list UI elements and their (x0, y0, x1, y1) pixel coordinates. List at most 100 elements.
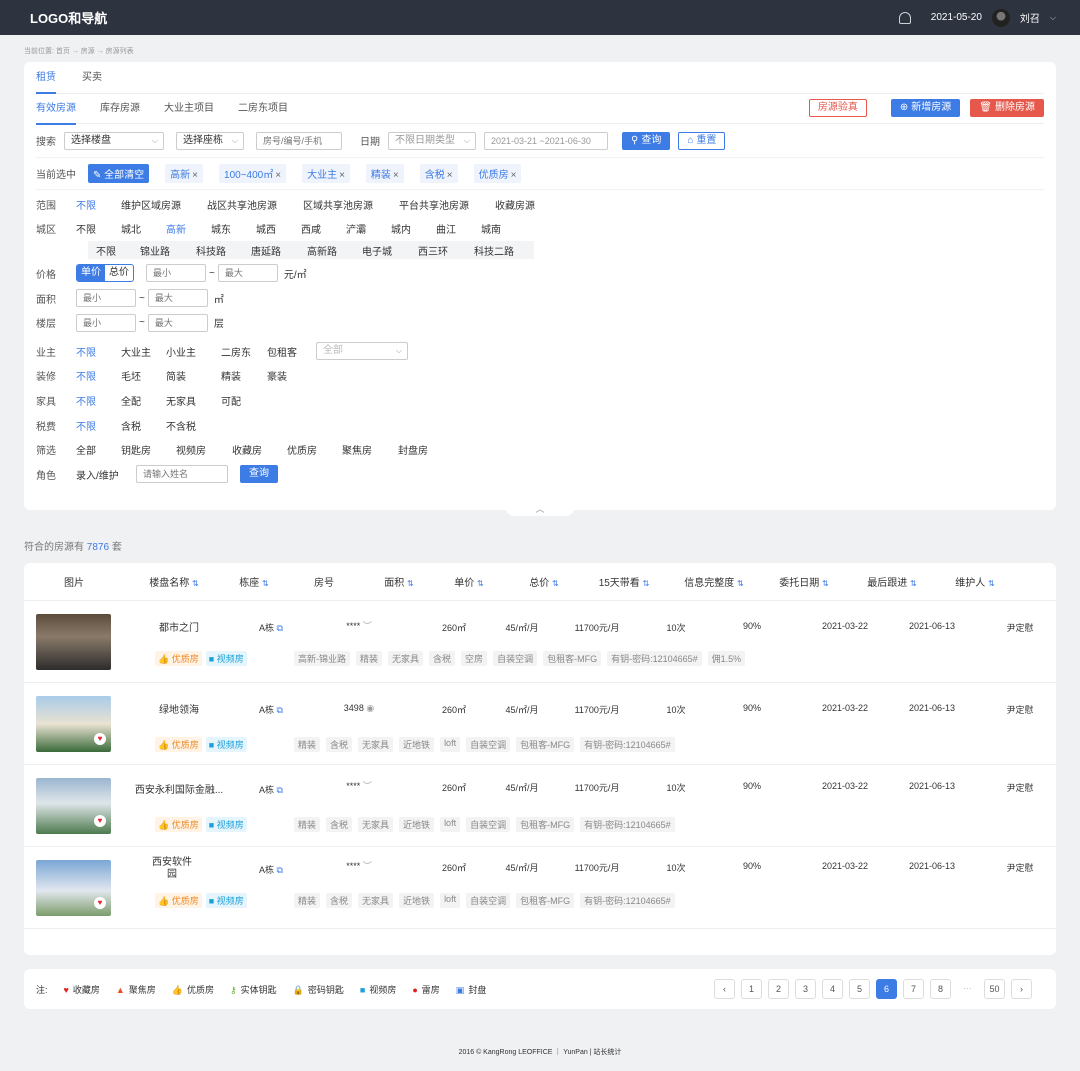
delete-listing-button[interactable]: 🗑 删除房源 (970, 99, 1044, 117)
furniture-opt[interactable]: 不限 (76, 393, 121, 408)
owner-opt[interactable]: 不限 (76, 344, 121, 359)
table-row[interactable]: 都市之门 A栋 ⧉ **** ︶ 260㎡ 45/㎡/月 11700元/月 10… (24, 601, 1056, 683)
tax-opt[interactable]: 含税 (121, 418, 166, 433)
heart-icon[interactable]: ♥ (94, 733, 106, 745)
chip-district[interactable]: 高新 × (165, 164, 204, 183)
eye-closed-icon[interactable]: ︶ (363, 621, 372, 631)
decor-opt[interactable]: 简装 (166, 368, 221, 383)
district-opt[interactable]: 西咸 (301, 221, 346, 236)
logo[interactable]: LOGO和导航 (30, 8, 107, 27)
chevron-up-icon[interactable]: ︿ (505, 502, 575, 516)
subarea-opt[interactable]: 科技二路 (474, 243, 514, 258)
col-name[interactable]: 楼盘名称 ⇅ (124, 574, 224, 589)
sort-icon[interactable]: ⇅ (910, 579, 917, 588)
close-icon[interactable]: × (339, 170, 345, 181)
query-button[interactable]: ⚲ 查询 (622, 131, 671, 150)
district-opt[interactable]: 城西 (256, 221, 301, 236)
chevron-down-icon[interactable]: ⌵ (1050, 13, 1056, 23)
col-visits[interactable]: 15天带看 ⇅ (584, 574, 664, 589)
building-name[interactable]: 西安永利国际金融... (124, 781, 234, 796)
area-max-input[interactable] (147, 289, 208, 308)
prev-page-button[interactable]: ‹ (714, 979, 735, 999)
col-complete[interactable]: 信息完整度 ⇅ (664, 574, 764, 589)
page-button[interactable]: 1 (741, 979, 762, 999)
subarea-opt[interactable]: 不限 (96, 243, 140, 258)
copy-icon[interactable]: ⧉ (277, 865, 283, 875)
close-icon[interactable]: × (447, 170, 453, 181)
tab-stock[interactable]: 库存房源 (100, 93, 140, 125)
district-opt[interactable]: 城内 (391, 221, 436, 236)
col-entrust[interactable]: 委托日期 ⇅ (764, 574, 844, 589)
tab-rent[interactable]: 租赁 (36, 62, 56, 94)
chip-decor[interactable]: 精装 × (365, 164, 404, 183)
reset-button[interactable]: ⌂ 重置 (678, 131, 726, 150)
room-input[interactable] (256, 131, 342, 150)
screen-opt[interactable]: 全部 (76, 442, 121, 457)
owner-opt[interactable]: 小业主 (166, 344, 221, 359)
scope-opt[interactable]: 收藏房源 (495, 197, 535, 212)
price-type-toggle[interactable]: 单价 总价 (76, 264, 134, 283)
building-name[interactable]: 西安软件园 (149, 857, 195, 881)
close-icon[interactable]: × (511, 170, 517, 181)
district-opt[interactable]: 浐灞 (346, 221, 391, 236)
heart-icon[interactable]: ♥ (94, 897, 106, 909)
decor-opt[interactable]: 不限 (76, 368, 121, 383)
table-row[interactable]: ♥ 西安软件园 A栋 ⧉ **** ︶ 260㎡ 45/㎡/月 11700元/月… (24, 847, 1056, 929)
page-button[interactable]: 4 (822, 979, 843, 999)
price-max-input[interactable] (217, 264, 278, 283)
district-opt[interactable]: 曲江 (436, 221, 481, 236)
sort-icon[interactable]: ⇅ (988, 579, 995, 588)
table-row[interactable]: ♥ 绿地领海 A栋 ⧉ 3498 ◉ 260㎡ 45/㎡/月 11700元/月 … (24, 683, 1056, 765)
sort-icon[interactable]: ⇅ (192, 579, 199, 588)
screen-opt[interactable]: 优质房 (287, 442, 342, 457)
subarea-opt[interactable]: 科技路 (196, 243, 251, 258)
tab-valid[interactable]: 有效房源 (36, 93, 76, 125)
avatar[interactable] (991, 8, 1010, 27)
subarea-opt[interactable]: 电子城 (362, 243, 418, 258)
district-opt[interactable]: 城北 (121, 221, 166, 236)
page-button[interactable]: 7 (903, 979, 924, 999)
screen-opt[interactable]: 视频房 (176, 442, 232, 457)
sort-icon[interactable]: ⇅ (737, 579, 744, 588)
furniture-opt[interactable]: 可配 (221, 393, 241, 408)
furniture-opt[interactable]: 无家具 (166, 393, 221, 408)
tab-sublandlord[interactable]: 二房东项目 (238, 93, 288, 125)
chip-quality[interactable]: 优质房 × (473, 164, 522, 183)
col-unit-price[interactable]: 单价 ⇅ (434, 574, 504, 589)
area-min-input[interactable] (76, 289, 136, 308)
sort-icon[interactable]: ⇅ (552, 579, 559, 588)
close-icon[interactable]: × (192, 170, 198, 181)
subarea-opt[interactable]: 西三环 (418, 243, 474, 258)
district-opt[interactable]: 城东 (211, 221, 256, 236)
subarea-opt[interactable]: 唐延路 (251, 243, 307, 258)
page-button[interactable]: 50 (984, 979, 1005, 999)
sort-icon[interactable]: ⇅ (262, 579, 269, 588)
subarea-opt[interactable]: 锦业路 (140, 243, 196, 258)
verify-button[interactable]: 房源验真 (808, 99, 867, 117)
eye-icon[interactable]: ◉ (366, 703, 374, 713)
block-select[interactable]: 选择座栋 ⌵ (176, 131, 244, 150)
decor-opt[interactable]: 精装 (221, 368, 267, 383)
listing-photo[interactable] (36, 614, 111, 670)
col-total[interactable]: 总价 ⇅ (504, 574, 584, 589)
owner-opt[interactable]: 大业主 (121, 344, 166, 359)
listing-photo[interactable]: ♥ (36, 778, 111, 834)
date-type-select[interactable]: 不限日期类型 ⌵ (388, 131, 476, 150)
scope-opt[interactable]: 战区共享池房源 (207, 197, 303, 212)
decor-opt[interactable]: 豪装 (267, 368, 287, 383)
eye-closed-icon[interactable]: ︶ (363, 861, 372, 871)
floor-max-input[interactable] (147, 313, 208, 332)
clear-all-button[interactable]: ✎ 全部清空 (88, 164, 150, 183)
next-page-button[interactable]: › (1011, 979, 1032, 999)
page-button[interactable]: 3 (795, 979, 816, 999)
role-opt[interactable]: 录入/维护 (76, 467, 136, 482)
building-select[interactable]: 选择楼盘 ⌵ (64, 131, 164, 150)
subarea-opt[interactable]: 高新路 (307, 243, 362, 258)
chip-area[interactable]: 100~400㎡ × (219, 164, 287, 183)
furniture-opt[interactable]: 全配 (121, 393, 166, 408)
unit-price-toggle[interactable]: 单价 (77, 265, 105, 282)
listing-photo[interactable]: ♥ (36, 860, 111, 916)
sort-icon[interactable]: ⇅ (643, 579, 650, 588)
decor-opt[interactable]: 毛坯 (121, 368, 166, 383)
col-agent[interactable]: 维护人 ⇅ (940, 574, 1010, 589)
